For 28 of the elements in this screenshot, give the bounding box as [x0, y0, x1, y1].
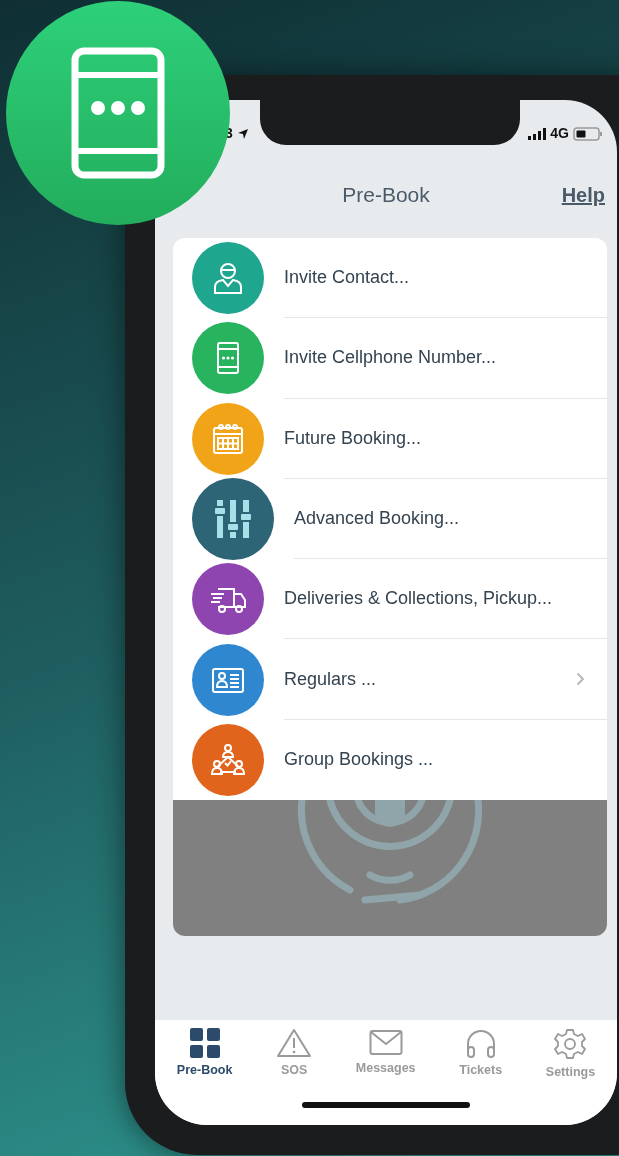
tab-bar-item[interactable]: Pre-Book	[176, 1028, 233, 1082]
headphones-icon	[464, 1028, 497, 1058]
screen-title: Pre-Book	[342, 182, 430, 209]
menu-label: Future Booking...	[284, 426, 422, 450]
envelope-icon	[368, 1028, 403, 1056]
help-link[interactable]: Help	[561, 180, 605, 210]
menu-label: Deliveries & Collections, Pickup...	[284, 587, 553, 611]
menu-item[interactable]: Future Booking...	[173, 398, 607, 479]
menu-item[interactable]: Regulars ...	[173, 639, 607, 720]
menu-item[interactable]: Group Bookings ...	[173, 719, 607, 801]
menu-item[interactable]: Invite Contact...	[173, 238, 607, 319]
settings-icon	[554, 1028, 587, 1060]
battery-icon	[573, 126, 603, 141]
phone-icon	[71, 47, 165, 179]
network-type: 4G	[550, 124, 569, 143]
menu-label: Invite Cellphone Number...	[284, 346, 497, 370]
group-icon	[210, 741, 246, 778]
menu-item[interactable]: Advanced Booking...	[173, 478, 607, 560]
menu-item[interactable]: Invite Cellphone Number...	[173, 318, 607, 399]
grid-icon	[188, 1028, 221, 1058]
menu-item[interactable]: Deliveries & Collections, Pickup...	[173, 559, 607, 640]
signal-icon	[528, 127, 547, 140]
menu-label: Group Bookings ...	[284, 748, 434, 772]
menu-label: Invite Contact...	[284, 266, 410, 290]
menu-label: Regulars ...	[284, 667, 377, 691]
menu-label: Advanced Booking...	[294, 507, 460, 531]
location-arrow-icon	[236, 127, 249, 140]
warning-icon	[276, 1028, 313, 1058]
